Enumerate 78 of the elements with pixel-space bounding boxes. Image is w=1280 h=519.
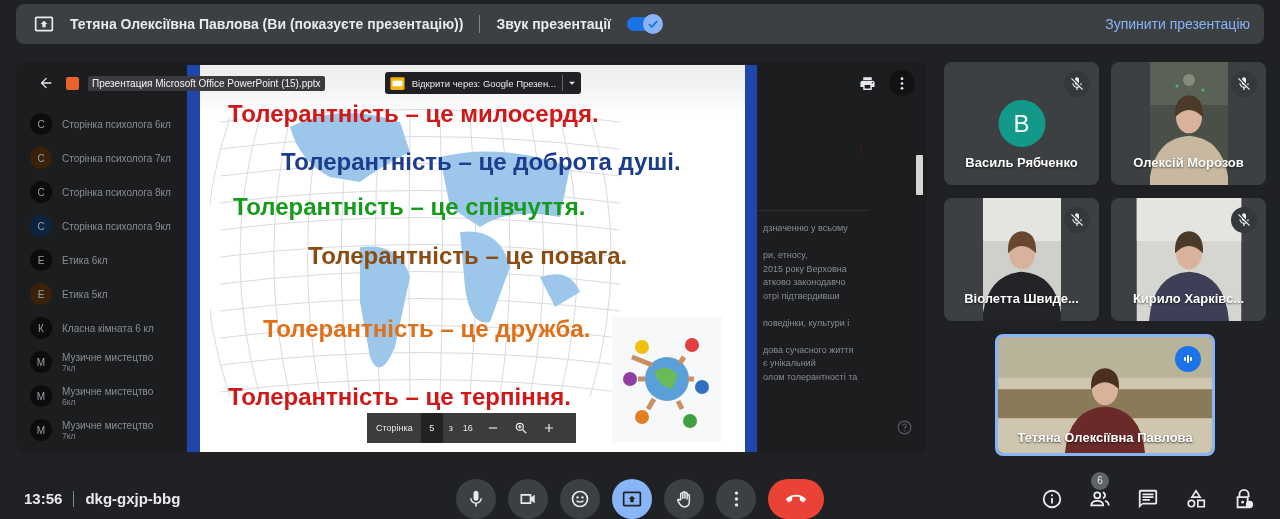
file-class: 7кл	[62, 430, 76, 441]
audio-toggle[interactable]	[627, 14, 664, 34]
mic-off-icon	[1069, 76, 1085, 92]
slide-text: Толерантність – це терпіння.	[228, 383, 571, 411]
more-options-button[interactable]	[716, 478, 756, 519]
more-icon	[900, 76, 904, 90]
file-avatar: С	[30, 113, 52, 135]
present-button[interactable]	[612, 478, 652, 519]
file-name[interactable]: Сторінка психолога 7кл	[62, 152, 171, 164]
more-options-button[interactable]	[889, 70, 915, 96]
file-name[interactable]: Етика 6кл	[62, 254, 108, 266]
participant-name: Василь Рябченко	[964, 155, 1079, 170]
file-name[interactable]: Сторінка психолога 6кл	[62, 118, 171, 130]
mic-off-icon	[1236, 76, 1252, 92]
document-text: олом толерантності та	[763, 370, 858, 384]
document-text: атково законодавчо	[763, 276, 847, 289]
presenter-name: Тетяна Олексіївна Павлова (Ви (показуєте презентацію))	[70, 16, 464, 32]
file-name[interactable]: Сторінка психолога 9кл	[62, 220, 171, 232]
document-text: є унікальний	[763, 357, 817, 370]
print-icon	[858, 74, 876, 92]
file-avatar: Е	[30, 283, 52, 305]
file-name: Презентация Microsoft Office PowerPoint (15).pptx	[88, 75, 325, 91]
document-text: дова сучасного життя	[763, 343, 855, 357]
avatar: В	[998, 100, 1045, 147]
file-name[interactable]: Сторінка психолога 8кл	[62, 186, 171, 198]
slide-text: Толерантність – це співчуття.	[233, 193, 586, 221]
reactions-button[interactable]	[560, 478, 600, 519]
stop-presenting-button[interactable]: Зупинити презентацію	[1105, 12, 1250, 36]
file-name[interactable]: Класна кімната 6 кл	[62, 322, 154, 334]
raise-hand-button[interactable]	[664, 478, 704, 519]
file-avatar: К	[30, 317, 52, 339]
info-icon	[1041, 487, 1063, 510]
document-text: поведінки, культури і	[763, 316, 851, 330]
page-total: 16	[461, 423, 474, 433]
document-text: ри, етносу,	[763, 249, 809, 262]
file-avatar: М	[30, 351, 52, 373]
meeting-code: dkg-gxjp-bbg	[85, 490, 181, 507]
help-icon	[896, 419, 913, 436]
camera-button[interactable]	[508, 478, 548, 519]
file-class: 7кл	[62, 362, 76, 373]
document-text: отрі підтвердивши	[763, 289, 841, 303]
document-text: 2015 року Верховна	[763, 262, 848, 276]
file-avatar: М	[30, 419, 52, 441]
slide-text: Толерантність – це милосердя.	[228, 100, 599, 128]
file-name[interactable]: Музичне мистецтво	[62, 351, 154, 363]
slides-icon	[388, 74, 406, 92]
page-of-label: з	[447, 423, 454, 433]
scrollbar[interactable]	[916, 155, 923, 195]
file-class: 6кл	[62, 396, 76, 407]
file-avatar: М	[30, 385, 52, 407]
file-name[interactable]: Музичне мистецтво	[62, 385, 154, 397]
document-text: дзначенню у всьому	[763, 222, 849, 235]
page-label: Сторінка	[375, 423, 414, 433]
slide-text: Толерантність – це повага.	[308, 242, 628, 270]
file-avatar: Е	[30, 249, 52, 271]
zoom-in-icon	[513, 421, 528, 435]
mic-off-icon	[1236, 212, 1252, 228]
powerpoint-file-icon	[66, 76, 79, 90]
microphone-button[interactable]	[456, 478, 496, 519]
file-avatar: С	[30, 147, 52, 169]
clock-time: 13:56	[24, 490, 63, 507]
page-number-field[interactable]: 5	[420, 413, 443, 443]
shapes-icon	[1185, 487, 1207, 510]
open-with-button[interactable]: Відкрити через: Google Презен...	[384, 72, 582, 94]
audio-label: Звук презентації	[496, 16, 612, 32]
mic-off-icon	[1069, 212, 1085, 228]
end-call-button[interactable]	[768, 478, 824, 519]
chat-icon	[1137, 487, 1159, 510]
slide-text: Толерантність – це дружба.	[263, 315, 591, 343]
more-icon	[733, 490, 739, 507]
participant-count: 6	[1091, 471, 1109, 490]
file-avatar: С	[30, 181, 52, 203]
emoji-icon	[570, 488, 590, 509]
file-avatar: С	[30, 215, 52, 237]
present-icon	[34, 14, 54, 34]
back-arrow-icon	[38, 75, 54, 91]
file-name[interactable]: Етика 5кл	[62, 288, 108, 300]
file-name[interactable]: Музичне мистецтво	[62, 419, 154, 431]
